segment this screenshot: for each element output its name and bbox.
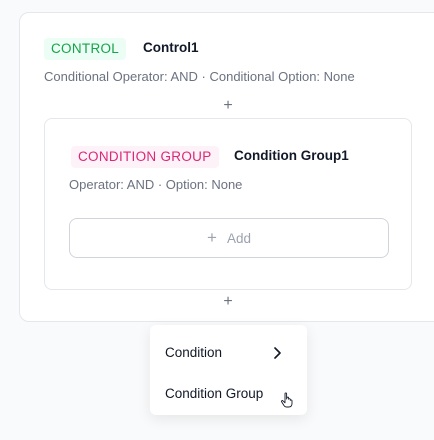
condition-group-name: Condition Group1: [234, 148, 349, 163]
add-button-label: Add: [226, 230, 251, 246]
condition-group-badge: CONDITION GROUP: [71, 146, 219, 168]
menu-item-condition[interactable]: Condition: [150, 335, 307, 369]
add-after-group-button[interactable]: +: [216, 292, 240, 312]
menu-item-condition-group[interactable]: Condition Group: [150, 376, 307, 410]
add-menu-dropdown: Condition Condition Group: [150, 325, 307, 415]
control-name: Control1: [143, 40, 199, 55]
add-inside-control-button[interactable]: +: [216, 96, 240, 116]
chevron-right-icon: [274, 347, 281, 359]
condition-group-meta: Operator: AND · Option: None: [69, 177, 243, 192]
control-type-badge: CONTROL: [44, 38, 127, 60]
menu-item-label: Condition: [165, 344, 223, 360]
control-meta: Conditional Operator: AND · Conditional …: [44, 69, 355, 84]
plus-icon: +: [207, 228, 217, 247]
condition-group-card: [44, 118, 412, 290]
add-button[interactable]: + Add: [69, 218, 389, 258]
menu-item-label: Condition Group: [165, 385, 264, 401]
hand-pointer-cursor: [281, 392, 293, 408]
